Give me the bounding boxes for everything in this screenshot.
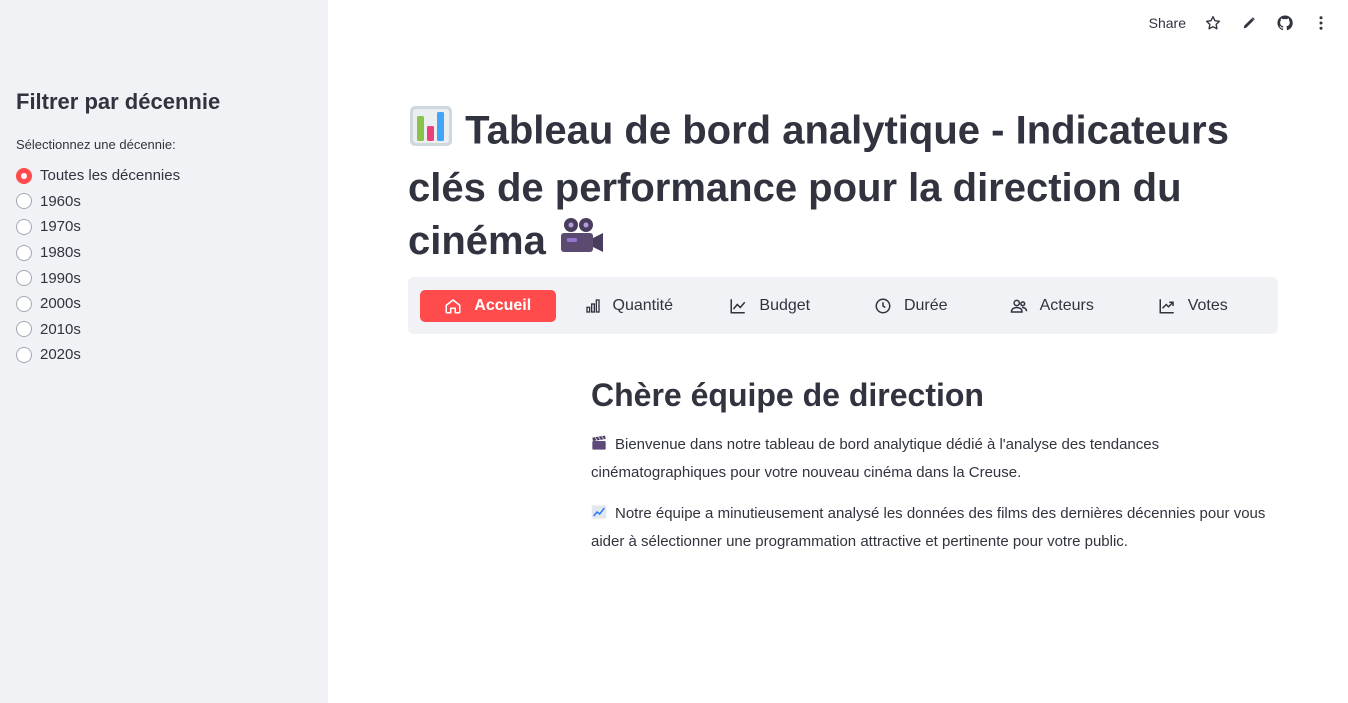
radio-button[interactable] — [16, 167, 32, 184]
radio-option-label: Toutes les décennies — [40, 167, 181, 185]
more-icon[interactable] — [1312, 14, 1330, 32]
radio-button[interactable] — [16, 218, 32, 235]
radio-button[interactable] — [16, 244, 32, 261]
nav-tab-acteurs[interactable]: Acteurs — [984, 290, 1120, 322]
radio-option-1990s[interactable]: 1990s — [16, 265, 180, 291]
radio-option-label: 2000s — [40, 295, 81, 313]
nav-tab-quantite[interactable]: Quantité — [561, 290, 697, 322]
star-icon[interactable] — [1204, 14, 1222, 32]
app-root: Filtrer par décennie Sélectionnez une dé… — [0, 0, 1348, 703]
radio-option-1970s[interactable]: 1970s — [16, 214, 180, 240]
radio-option-all[interactable]: Toutes les décennies — [16, 163, 180, 189]
welcome-heading: Chère équipe de direction — [591, 377, 984, 413]
header-toolbar: Share — [1149, 12, 1330, 34]
radio-option-label: 1960s — [40, 192, 81, 210]
edit-icon[interactable] — [1240, 14, 1258, 32]
analysis-paragraph: Notre équipe a minutieusement analysé le… — [591, 501, 1271, 555]
sidebar-title: Filtrer par décennie — [16, 89, 221, 114]
clock-icon — [875, 298, 891, 313]
page-title: Tableau de bord analytique - Indicateurs… — [408, 104, 1288, 270]
radio-button[interactable] — [16, 193, 32, 210]
radio-option-label: 1990s — [40, 269, 81, 287]
nav-tab-label: Durée — [903, 296, 948, 314]
bar-chart-icon — [585, 298, 600, 313]
people-icon — [1010, 299, 1027, 313]
nav-tab-label: Accueil — [474, 296, 532, 314]
radio-option-2020s[interactable]: 2020s — [16, 342, 180, 368]
nav-tab-accueil[interactable]: Accueil — [420, 289, 556, 322]
radio-option-label: 1970s — [40, 218, 81, 236]
radio-button[interactable] — [16, 270, 32, 287]
radio-option-1980s[interactable]: 1980s — [16, 240, 180, 266]
sidebar: Filtrer par décennie Sélectionnez une dé… — [0, 0, 328, 703]
nav-tab-duree[interactable]: Durée — [843, 290, 979, 322]
welcome-paragraph-text: Bienvenue dans notre tableau de bord ana… — [591, 436, 1160, 481]
radio-option-2000s[interactable]: 2000s — [16, 291, 180, 317]
home-icon — [445, 298, 461, 313]
nav-tab-votes[interactable]: Votes — [1125, 290, 1261, 322]
radio-option-label: 2010s — [40, 320, 81, 338]
movie-camera-emoji — [557, 216, 605, 270]
nav-tab-label: Votes — [1187, 296, 1228, 314]
github-icon[interactable] — [1276, 14, 1294, 32]
nav-tab-label: Acteurs — [1039, 296, 1094, 314]
nav-tab-label: Budget — [759, 296, 811, 314]
radio-button[interactable] — [16, 295, 32, 312]
nav-tab-budget[interactable]: Budget — [702, 290, 838, 322]
radio-option-label: 1980s — [40, 244, 81, 262]
welcome-section: Chère équipe de direction Bienvenue dans… — [591, 372, 1271, 570]
decade-radio-label: Sélectionnez une décennie: — [16, 137, 176, 152]
radio-option-2010s[interactable]: 2010s — [16, 317, 180, 343]
analysis-paragraph-text: Notre équipe a minutieusement analysé le… — [591, 505, 1266, 550]
line-chart-icon — [730, 298, 746, 313]
page-title-text: Tableau de bord analytique - Indicateurs… — [408, 108, 1229, 263]
nav-tab-label: Quantité — [612, 296, 673, 314]
page-navbar: Accueil Quantité Budget Durée Acteurs Vo… — [408, 277, 1278, 334]
trend-up-icon — [1159, 298, 1174, 313]
decade-radio-group: Toutes les décennies 1960s 1970s 1980s 1… — [16, 163, 180, 368]
share-button[interactable]: Share — [1149, 15, 1186, 31]
chart-increasing-emoji — [591, 503, 609, 529]
radio-option-1960s[interactable]: 1960s — [16, 189, 180, 215]
radio-button[interactable] — [16, 346, 32, 363]
radio-option-label: 2020s — [40, 346, 81, 364]
bar-chart-emoji — [408, 104, 454, 162]
welcome-paragraph: Bienvenue dans notre tableau de bord ana… — [591, 432, 1271, 486]
clapper-board-emoji — [591, 434, 609, 460]
radio-button[interactable] — [16, 321, 32, 338]
